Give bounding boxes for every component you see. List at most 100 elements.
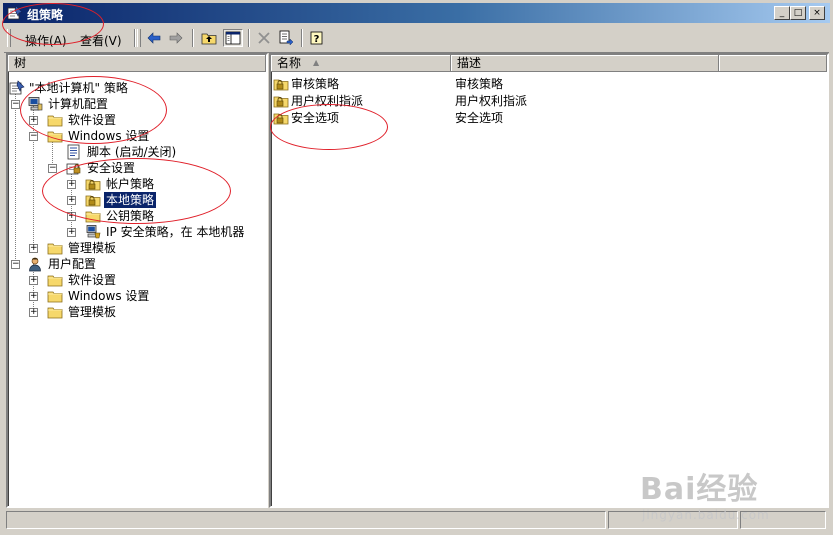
locked-folder-icon (273, 110, 289, 126)
computer-icon (27, 96, 43, 112)
folder-icon (47, 240, 63, 256)
menubar-grip (7, 29, 11, 47)
column-header-filler[interactable] (719, 55, 827, 72)
up-one-level-button[interactable] (199, 29, 219, 47)
tree-item-label: 用户配置 (48, 257, 97, 271)
folder-icon (47, 112, 63, 128)
tree-item-label: 公钥策略 (106, 209, 155, 223)
list-item-name: 用户权利指派 (291, 94, 364, 108)
tree-item-software-settings[interactable]: + 软件设置 (8, 112, 266, 128)
tree-item-windows-settings[interactable]: − Windows 设置 (8, 128, 266, 144)
locked-folder-icon (273, 93, 289, 109)
back-button[interactable] (144, 29, 164, 47)
script-icon (66, 144, 82, 160)
back-arrow-icon (147, 32, 161, 44)
list-item-user-rights-assignment[interactable]: 用户权利指派 用户权利指派 (271, 93, 827, 109)
column-header-name[interactable]: 名称 ▲ (271, 55, 451, 72)
column-header-description[interactable]: 描述 (451, 55, 719, 72)
menu-view[interactable]: 查看(V) (80, 32, 122, 49)
toolbar-separator (192, 29, 194, 47)
list-item-description: 审核策略 (455, 77, 504, 91)
user-icon (27, 256, 43, 272)
tree-item-label: 管理模板 (68, 305, 117, 319)
svg-text:?: ? (314, 34, 320, 45)
forward-arrow-icon (169, 32, 183, 44)
tree-item-account-policies[interactable]: + 帐户策略 (8, 176, 266, 192)
tree-header[interactable]: 树 (8, 55, 266, 72)
export-list-button[interactable] (276, 29, 296, 47)
tree-item-user-windows-settings[interactable]: + Windows 设置 (8, 288, 266, 304)
expand-toggle[interactable]: + (29, 276, 38, 285)
locked-folder-icon (85, 176, 101, 192)
locked-folder-icon (273, 76, 289, 92)
tree-item-administrative-templates[interactable]: + 管理模板 (8, 240, 266, 256)
folder-icon (47, 288, 63, 304)
tree-item-user-administrative-templates[interactable]: + 管理模板 (8, 304, 266, 320)
group-policy-window: 组策略 _ □ × 操作(A) 查看(V) ? 树 "本地计算机" 策略 − 计… (0, 0, 833, 535)
tree-item-label: Windows 设置 (68, 289, 150, 303)
tree-item-label: IP 安全策略，在 本地机器 (106, 225, 245, 239)
list-item-audit-policy[interactable]: 审核策略 审核策略 (271, 76, 827, 92)
tree-item-label: "本地计算机" 策略 (29, 81, 128, 95)
folder-icon (47, 272, 63, 288)
list-item-security-options[interactable]: 安全选项 安全选项 (271, 110, 827, 126)
toolbar-separator (248, 29, 250, 47)
help-button[interactable]: ? (307, 29, 327, 47)
watermark-brand: Bai经验 (640, 472, 759, 507)
tree-item-label: 脚本 (启动/关闭) (87, 145, 177, 159)
expand-toggle[interactable]: + (29, 308, 38, 317)
folder-icon (47, 128, 63, 144)
tree-item-label: 安全设置 (87, 161, 136, 175)
list-item-description: 安全选项 (455, 111, 504, 125)
details-pane[interactable]: 名称 ▲ 描述 审核策略 审核策略 用户权利指派 用户权利指派 安全选项 安全选… (269, 53, 829, 508)
title-bar[interactable]: 组策略 _ □ × (3, 3, 830, 23)
expand-toggle[interactable]: + (29, 244, 38, 253)
expand-toggle[interactable]: + (67, 228, 76, 237)
tree-item-label: 管理模板 (68, 241, 117, 255)
export-list-icon (279, 30, 294, 46)
expand-toggle[interactable]: + (67, 212, 76, 221)
menu-toolbar-bar: 操作(A) 查看(V) ? (3, 26, 830, 50)
tree-item-label: 软件设置 (68, 113, 117, 127)
menu-action[interactable]: 操作(A) (25, 32, 67, 49)
tree-item-user-software-settings[interactable]: + 软件设置 (8, 272, 266, 288)
policy-root-icon (9, 80, 25, 96)
tree-pane[interactable]: 树 "本地计算机" 策略 − 计算机配置 + 软件设置 − Windows 设置 (6, 53, 268, 508)
folder-icon (85, 208, 101, 224)
collapse-toggle[interactable]: − (29, 132, 38, 141)
list-item-name: 审核策略 (291, 77, 340, 91)
toolbar-separator (134, 29, 136, 47)
tree-item-label: Windows 设置 (68, 129, 150, 143)
tree-item-user-configuration[interactable]: − 用户配置 (8, 256, 266, 272)
expand-toggle[interactable]: + (67, 196, 76, 205)
expand-toggle[interactable]: + (67, 180, 76, 189)
collapse-toggle[interactable]: − (11, 100, 20, 109)
security-settings-icon (66, 160, 82, 176)
tree-item-ip-security-policies[interactable]: + IP 安全策略，在 本地机器 (8, 224, 266, 240)
tree-item-local-policies[interactable]: + 本地策略 (8, 191, 266, 209)
tree-item-label: 软件设置 (68, 273, 117, 287)
forward-button[interactable] (166, 29, 186, 47)
expand-toggle[interactable]: + (29, 116, 38, 125)
collapse-toggle[interactable]: − (48, 164, 57, 173)
tree-item-public-key-policies[interactable]: + 公钥策略 (8, 208, 266, 224)
delete-x-icon (258, 32, 270, 44)
tree-item-scripts[interactable]: 脚本 (启动/关闭) (8, 144, 266, 160)
list-item-description: 用户权利指派 (455, 94, 528, 108)
group-policy-app-icon (7, 5, 23, 21)
tree-item-computer-configuration[interactable]: − 计算机配置 (8, 96, 266, 112)
delete-button[interactable] (254, 29, 274, 47)
tree-item-local-computer-policy[interactable]: "本地计算机" 策略 (8, 80, 266, 96)
list-item-name: 安全选项 (291, 111, 340, 125)
tree-item-label-selected: 本地策略 (102, 191, 158, 209)
collapse-toggle[interactable]: − (11, 260, 20, 269)
window-title: 组策略 (27, 8, 64, 22)
tree-item-security-settings[interactable]: − 安全设置 (8, 160, 266, 176)
up-folder-icon (201, 33, 217, 45)
expand-toggle[interactable]: + (29, 292, 38, 301)
help-icon: ? (310, 31, 323, 45)
close-button[interactable]: × (809, 6, 825, 20)
maximize-button[interactable]: □ (790, 6, 806, 20)
show-hide-tree-button[interactable] (223, 29, 243, 47)
minimize-button[interactable]: _ (774, 6, 790, 20)
